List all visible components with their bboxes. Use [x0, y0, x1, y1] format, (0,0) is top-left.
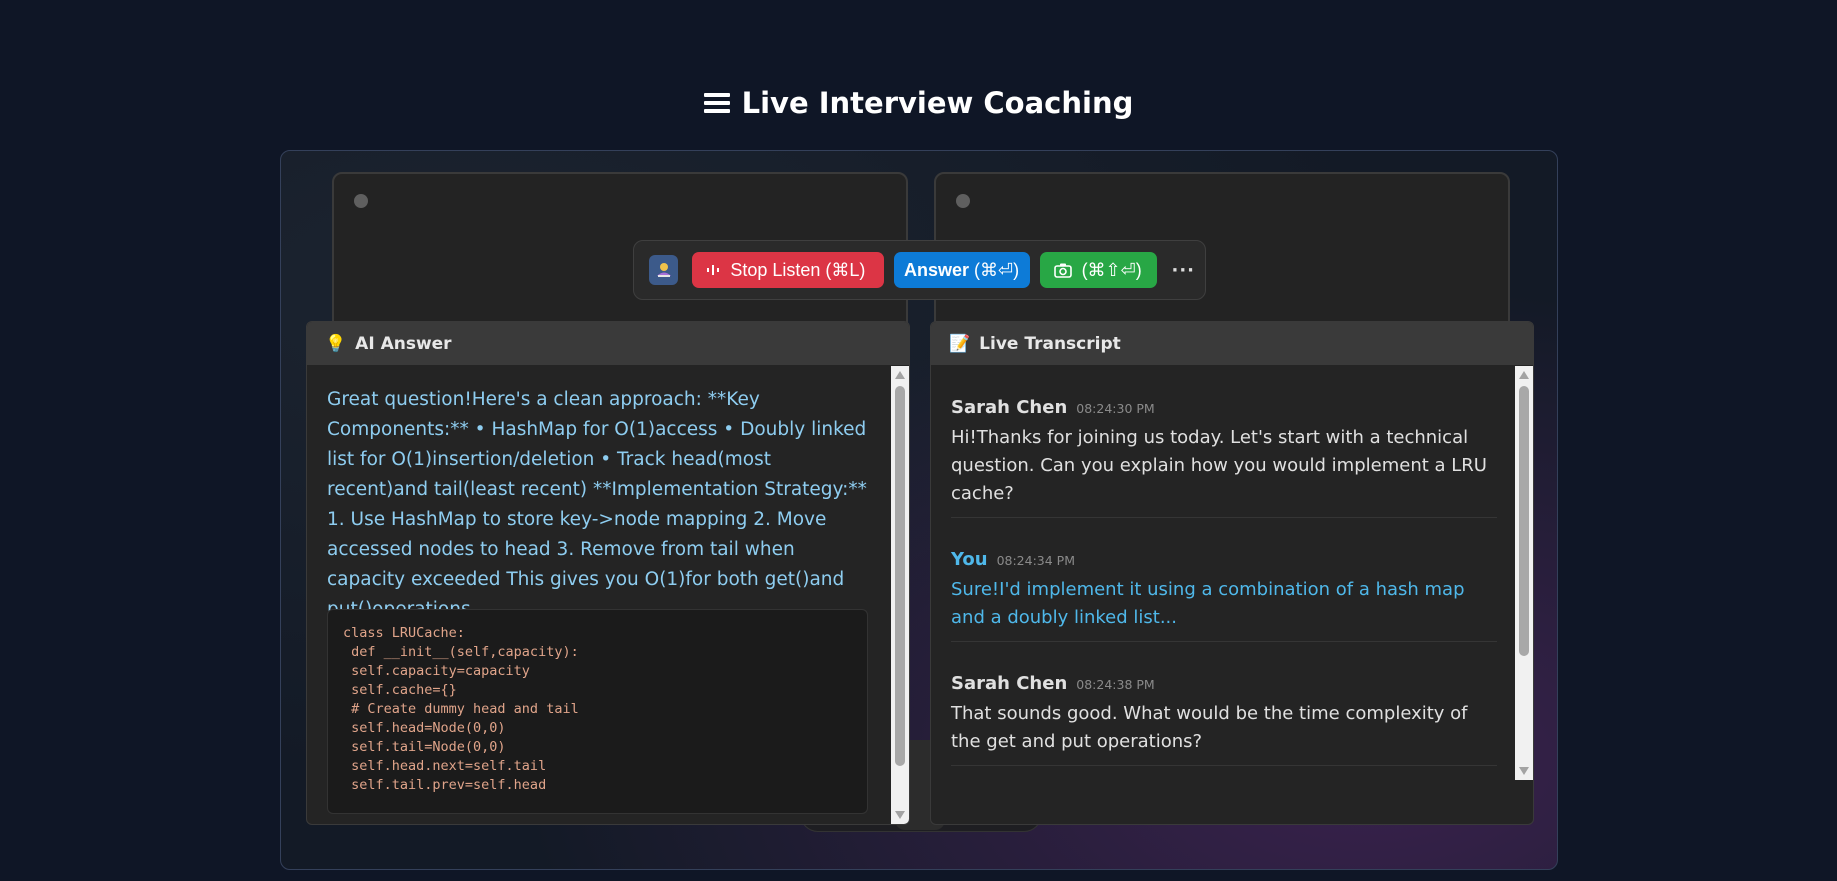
app-logo-icon[interactable]: [649, 255, 679, 285]
message-timestamp: 08:24:34 PM: [996, 553, 1075, 568]
scroll-down-icon[interactable]: [1519, 767, 1529, 775]
camera-icon: [1053, 263, 1072, 278]
code-block: class LRUCache: def __init__(self,capaci…: [327, 609, 868, 814]
scroll-thumb[interactable]: [895, 386, 905, 766]
stop-listen-label: Stop Listen (⌘L): [730, 259, 866, 280]
ai-answer-body[interactable]: Great question!Here's a clean approach: …: [307, 365, 909, 824]
lightbulb-icon: 💡: [325, 333, 347, 354]
audio-waveform-icon: [707, 265, 720, 275]
live-transcript-panel: 📝 Live Transcript Sarah Chen 08:24:30 PM…: [930, 321, 1534, 825]
scroll-up-icon[interactable]: [895, 371, 905, 379]
stop-listen-button[interactable]: Stop Listen (⌘L): [692, 252, 884, 288]
ai-answer-text: Great question!Here's a clean approach: …: [327, 389, 867, 620]
message-text: That sounds good. What would be the time…: [951, 703, 1468, 752]
screenshot-shortcut: (⌘⇧⏎): [1081, 259, 1142, 280]
screenshot-button[interactable]: (⌘⇧⏎): [1039, 252, 1158, 288]
memo-icon: 📝: [949, 333, 971, 354]
message-text: Sure!I'd implement it using a combinatio…: [951, 579, 1465, 628]
ai-answer-title: AI Answer: [355, 333, 452, 354]
scroll-down-icon[interactable]: [895, 811, 905, 819]
message-timestamp: 08:24:38 PM: [1076, 677, 1155, 692]
speaker-name: Sarah Chen: [951, 673, 1068, 694]
transcript-body[interactable]: Sarah Chen 08:24:30 PM Hi!Thanks for joi…: [931, 365, 1533, 824]
status-dot: [956, 194, 970, 208]
message-text: Hi!Thanks for joining us today. Let's st…: [951, 427, 1487, 504]
coaching-toolbar: Stop Listen (⌘L) Answer (⌘⏎) (⌘⇧⏎) ···: [633, 240, 1206, 300]
transcript-title: Live Transcript: [979, 333, 1121, 354]
ai-answer-scrollbar[interactable]: [891, 366, 909, 824]
transcript-header: 📝 Live Transcript: [931, 322, 1533, 365]
speaker-name: Sarah Chen: [951, 397, 1068, 418]
transcript-message: Sarah Chen 08:24:38 PM That sounds good.…: [951, 673, 1497, 766]
page-title: Live Interview Coaching: [0, 82, 1837, 124]
transcript-message: Sarah Chen 08:24:30 PM Hi!Thanks for joi…: [951, 397, 1497, 518]
ai-answer-header: 💡 AI Answer: [307, 322, 909, 365]
ai-answer-panel: 💡 AI Answer Great question!Here's a clea…: [306, 321, 910, 825]
menu-icon: [703, 93, 730, 113]
transcript-message: You 08:24:34 PM Sure!I'd implement it us…: [951, 549, 1497, 642]
scroll-thumb[interactable]: [1519, 386, 1529, 656]
answer-label: Answer (⌘⏎): [904, 259, 1020, 280]
speaker-name: You: [951, 549, 988, 570]
answer-button[interactable]: Answer (⌘⏎): [893, 252, 1030, 288]
more-options-icon[interactable]: ···: [1171, 260, 1195, 281]
transcript-scrollbar[interactable]: [1515, 366, 1533, 780]
status-dot: [354, 194, 368, 208]
scroll-up-icon[interactable]: [1519, 371, 1529, 379]
page-title-text: Live Interview Coaching: [741, 86, 1134, 120]
message-timestamp: 08:24:30 PM: [1076, 401, 1155, 416]
